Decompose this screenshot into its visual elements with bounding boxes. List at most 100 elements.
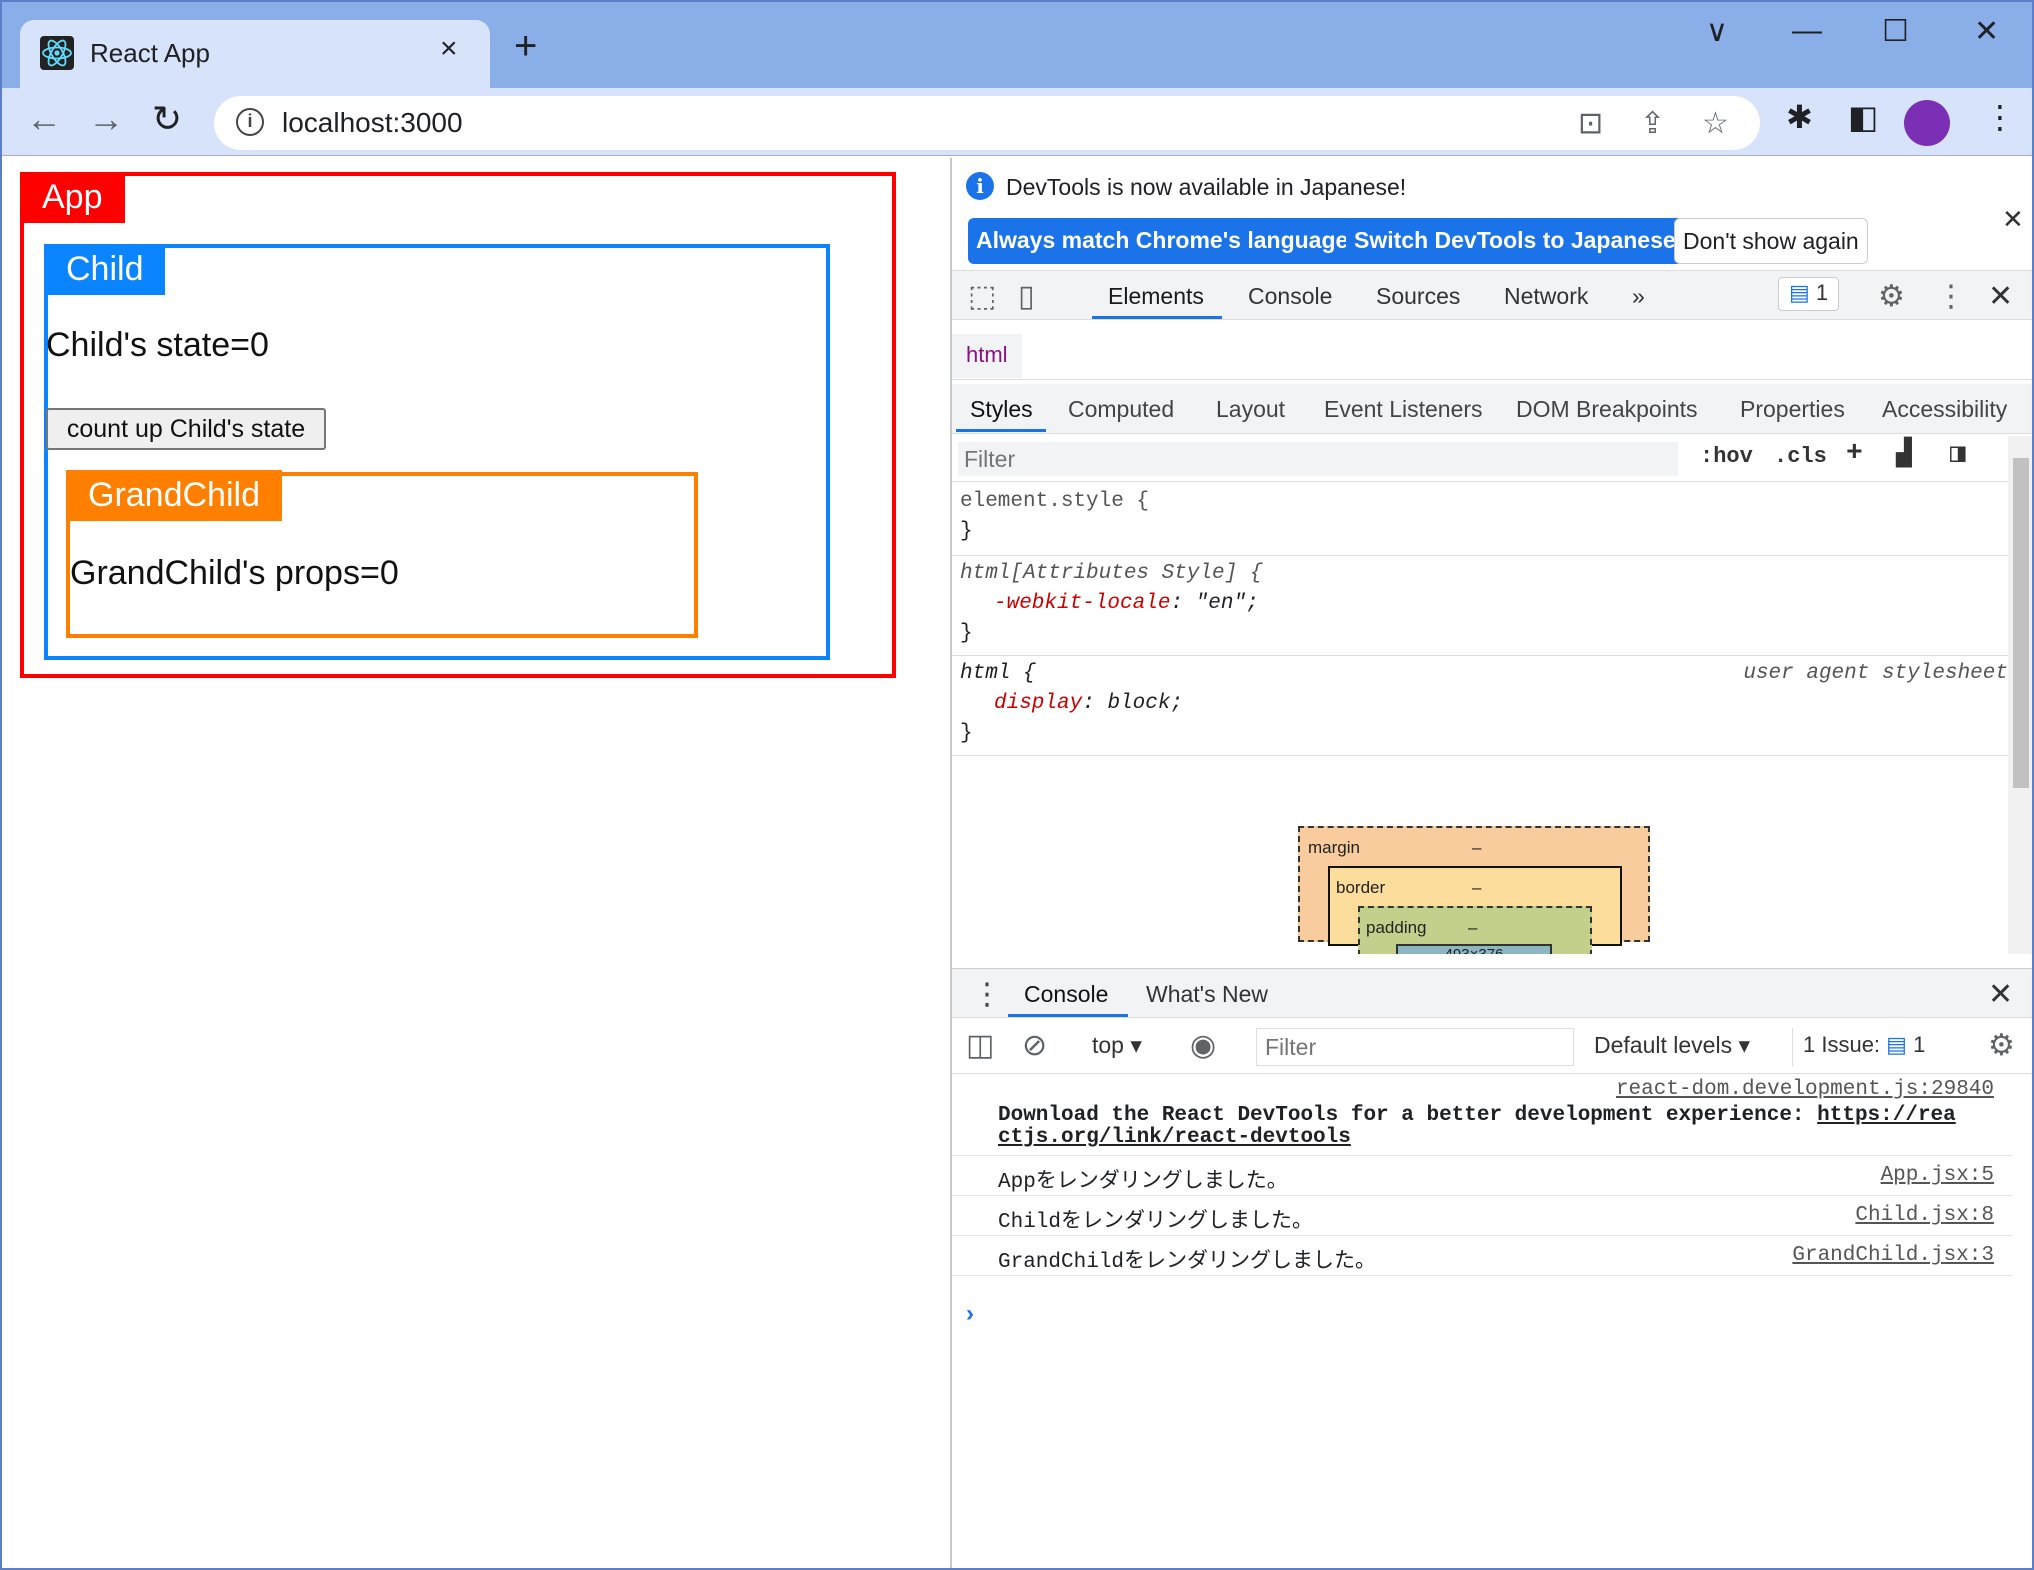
bm-margin-value: – [1472,838,1482,857]
reload-icon[interactable]: ↻ [152,98,182,140]
console-source-link[interactable]: GrandChild.jsx:3 [1792,1244,1994,1267]
url-text[interactable]: localhost:3000 [282,107,463,139]
subtab-dom-breakpoints[interactable]: DOM Breakpoints [1516,396,1698,423]
back-icon[interactable]: ← [26,98,62,140]
close-icon[interactable]: ✕ [2002,204,2024,235]
console-prompt-icon[interactable]: › [966,1300,974,1328]
switch-japanese-button[interactable]: Switch DevTools to Japanese [1346,218,1684,264]
rule-selector: html { [960,662,1036,685]
box-model-diagram: margin – border – padding – 493×376 [1298,826,1650,964]
default-levels-dropdown[interactable]: Default levels ▾ [1594,1032,1750,1059]
console-source-link[interactable]: App.jsx:5 [1881,1164,1994,1187]
tab-close-icon[interactable]: × [440,32,458,66]
count-up-button[interactable]: count up Child's state [46,408,326,450]
bm-padding-value: – [1468,918,1478,937]
rule-html-ua: html { user agent stylesheet display: bl… [952,656,2012,756]
console-source-link[interactable]: react-dom.development.js:29840 [1616,1078,1994,1101]
tab-elements[interactable]: Elements [1108,283,1204,310]
tab-sources[interactable]: Sources [1376,283,1460,310]
rule-selector: html[Attributes Style] { [960,562,1263,585]
rule-close: } [960,622,973,645]
close-devtools-icon[interactable]: ✕ [1988,279,2013,314]
browser-window: React App × + ∨ — ☐ ✕ ← → ↻ i localhost:… [0,0,2034,1570]
paint-icon[interactable]: ▟ [1896,438,1912,469]
side-panel-icon[interactable]: ◧ [1848,98,1878,136]
subtab-computed[interactable]: Computed [1068,396,1174,423]
react-devtools-link[interactable]: https://rea [1817,1104,1956,1127]
console-filter-input[interactable] [1256,1028,1574,1066]
console-message: Appをレンダリングしました。 [998,1171,1288,1194]
new-tab-button[interactable]: + [514,26,537,66]
tab-console[interactable]: Console [1248,283,1332,310]
forward-icon[interactable]: → [88,98,124,140]
active-tab-indicator [1092,316,1222,319]
match-language-button[interactable]: Always match Chrome's language [968,218,1357,264]
bm-border-box: border – padding – 493×376 [1328,866,1622,964]
console-sidebar-icon[interactable]: ◫ [966,1028,994,1063]
minimize-button[interactable]: — [1792,14,1822,48]
close-window-button[interactable]: ✕ [1974,14,1999,49]
info-icon[interactable]: i [236,108,264,136]
styles-filter-input[interactable] [958,442,1678,476]
dont-show-again-button[interactable]: Don't show again [1674,218,1868,264]
cls-toggle[interactable]: .cls [1774,444,1827,469]
hov-toggle[interactable]: :hov [1700,444,1753,469]
subtab-accessibility[interactable]: Accessibility [1882,396,2007,423]
clear-console-icon[interactable]: ⊘ [1022,1028,1047,1063]
console-row: Childをレンダリングしました。 Child.jsx:8 [952,1198,2012,1236]
more-tabs-icon[interactable]: » [1632,283,1645,310]
browser-tab[interactable]: React App × [20,20,490,88]
menu-kebab-icon[interactable]: ⋮ [1984,98,2016,136]
subtab-properties[interactable]: Properties [1740,396,1845,423]
settings-gear-icon[interactable]: ⚙ [1878,279,1905,314]
devtools-tabs: ⬚ ▯ Elements Console Sources Network » ▤… [952,270,2032,320]
breadcrumb-html[interactable]: html [952,334,1022,378]
console-issues-button[interactable]: 1 Issue: ▤ 1 [1792,1028,1935,1066]
console-source-link[interactable]: Child.jsx:8 [1855,1204,1994,1227]
toggle-sidebar-icon[interactable]: ◨ [1950,438,1966,469]
drawer-tab-whats-new[interactable]: What's New [1146,981,1268,1008]
bm-border-label: border [1336,878,1386,897]
page-viewport: App Child Child's state=0 count up Child… [2,158,948,1568]
console-row: Appをレンダリングしました。 App.jsx:5 [952,1158,2012,1196]
drawer-tab-console[interactable]: Console [1024,981,1108,1008]
share-icon[interactable]: ⇪ [1640,106,1665,141]
inspect-element-icon[interactable]: ⬚ [968,279,996,314]
child-state-text: Child's state=0 [46,326,269,364]
active-subtab-indicator [956,429,1046,432]
rule-attributes-style: html[Attributes Style] { -webkit-locale:… [952,556,2012,656]
issues-badge[interactable]: ▤ 1 [1778,277,1840,311]
tab-title: React App [90,38,210,68]
scroll-thumb[interactable] [2013,458,2029,788]
device-toolbar-icon[interactable]: ▯ [1018,279,1035,314]
subtab-event-listeners[interactable]: Event Listeners [1324,396,1483,423]
extensions-icon[interactable]: ✱ [1786,98,1813,136]
console-row-react: react-dom.development.js:29840 Download … [952,1076,2012,1156]
console-row: GrandChildをレンダリングしました。 GrandChild.jsx:3 [952,1238,2012,1276]
close-drawer-icon[interactable]: ✕ [1988,977,2013,1012]
address-bar[interactable]: i localhost:3000 ⊡ ⇪ ☆ [214,96,1760,150]
tab-search-icon[interactable]: ∨ [1706,14,1728,49]
subtab-layout[interactable]: Layout [1216,396,1285,423]
rule-close: } [960,520,973,543]
live-expression-eye-icon[interactable]: ◉ [1190,1028,1216,1063]
drawer-menu-icon[interactable]: ⋮ [972,977,1002,1012]
child-label: Child [44,244,166,295]
translate-icon[interactable]: ⊡ [1578,106,1603,141]
console-message: Download the React DevTools for a better… [998,1104,1956,1127]
console-settings-icon[interactable]: ⚙ [1988,1028,2015,1063]
rule-declaration[interactable]: -webkit-locale: "en"; [994,592,1259,615]
subtab-styles[interactable]: Styles [970,396,1033,423]
context-selector[interactable]: top ▾ [1092,1032,1142,1059]
profile-avatar[interactable] [1904,100,1950,146]
styles-scrollbar[interactable] [2008,436,2032,954]
rule-declaration[interactable]: display: block; [994,692,1183,715]
banner-message: DevTools is now available in Japanese! [1006,174,1407,200]
customize-menu-icon[interactable]: ⋮ [1936,279,1966,314]
tab-network[interactable]: Network [1504,283,1588,310]
bookmark-star-icon[interactable]: ☆ [1702,106,1729,141]
maximize-button[interactable]: ☐ [1882,14,1909,49]
new-style-rule-icon[interactable]: + [1846,438,1863,469]
react-logo-icon [40,36,74,70]
react-devtools-link-cont[interactable]: ctjs.org/link/react-devtools [998,1126,1351,1149]
